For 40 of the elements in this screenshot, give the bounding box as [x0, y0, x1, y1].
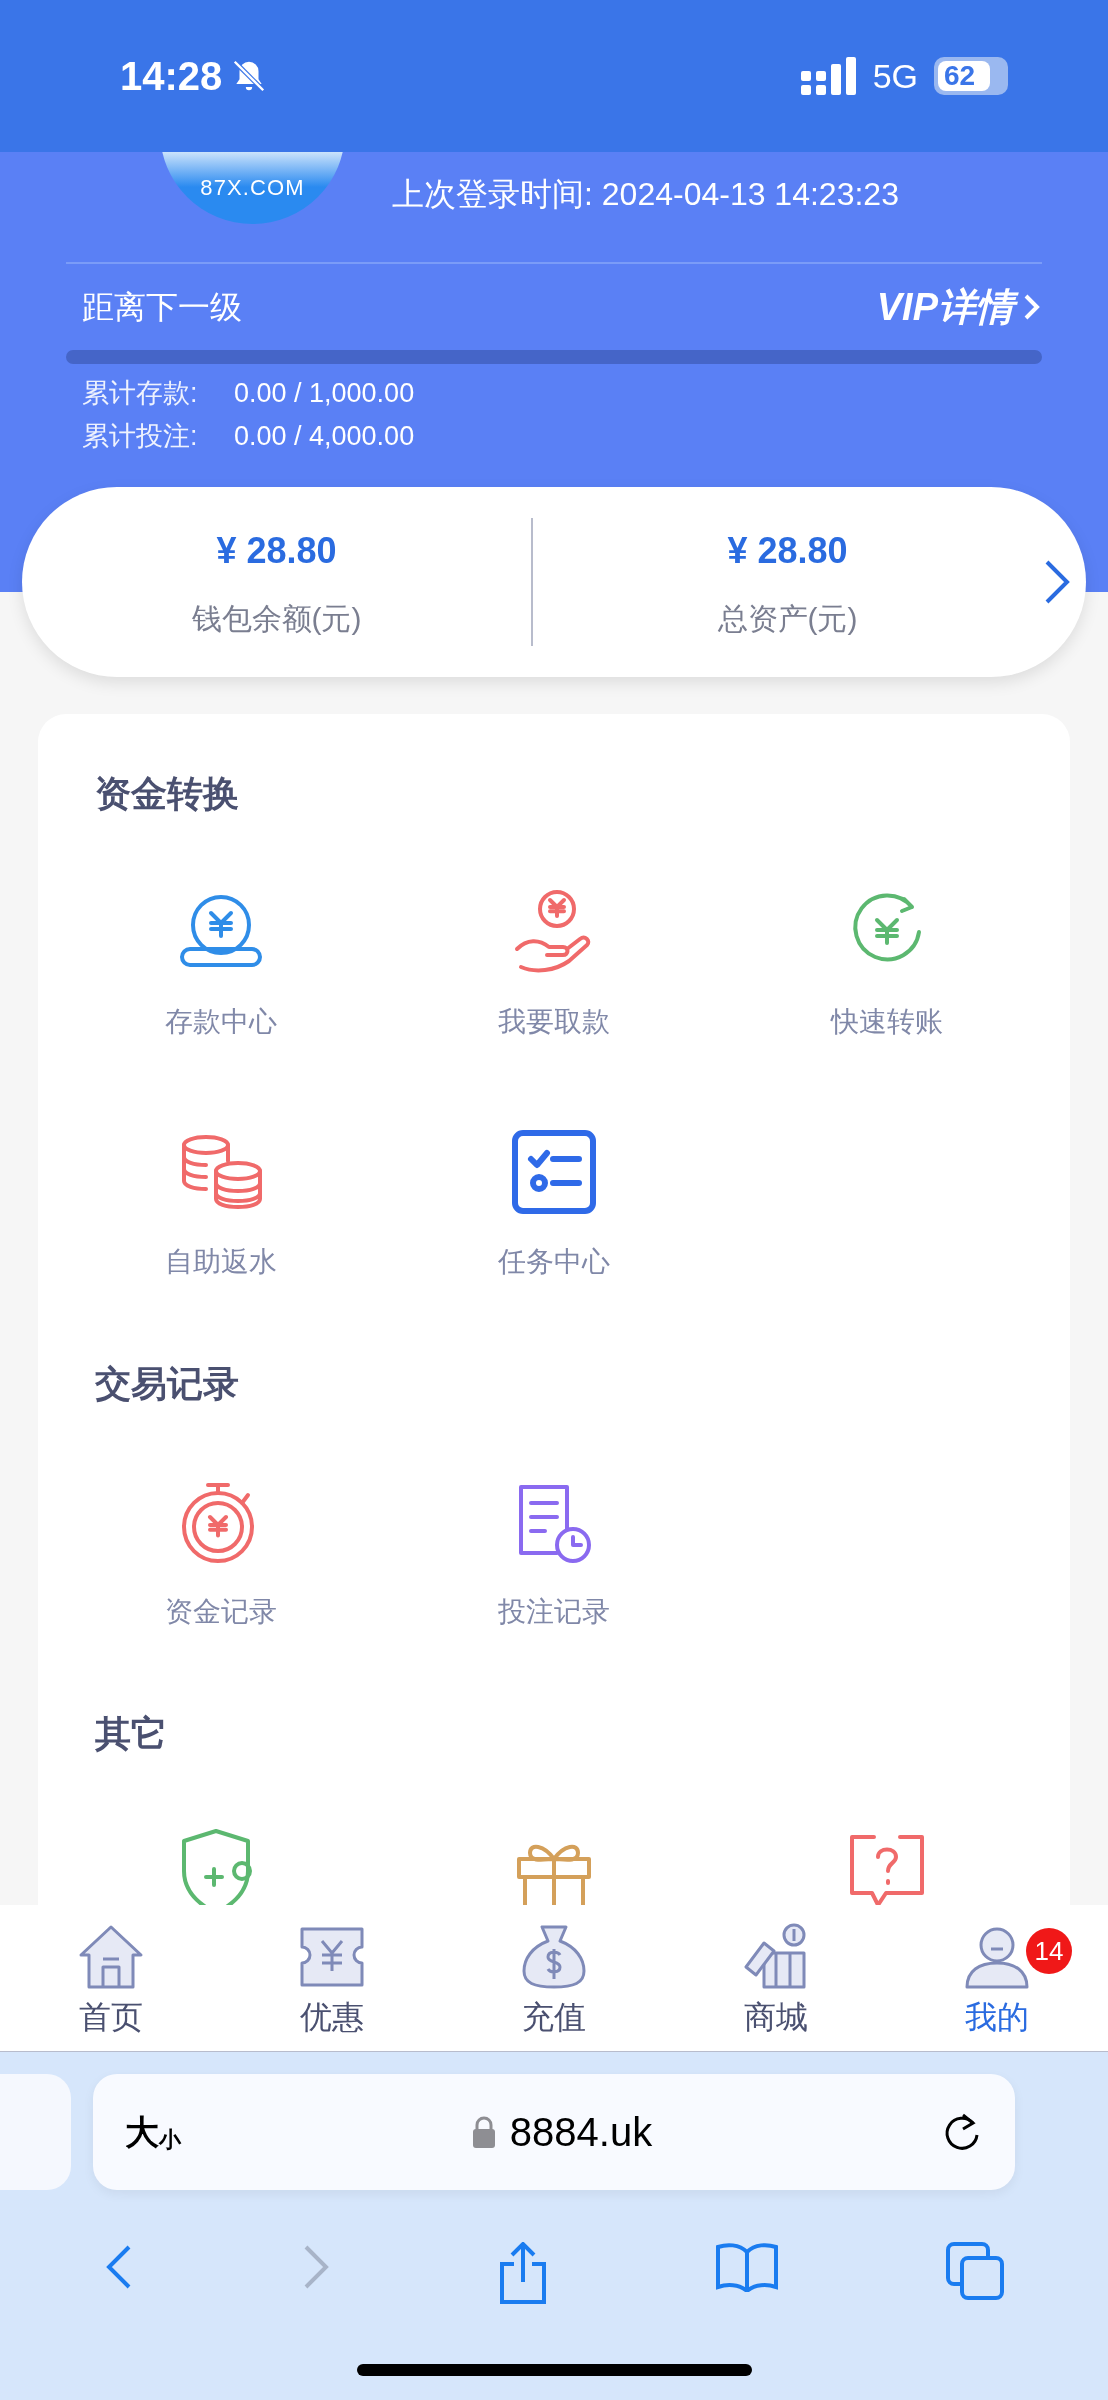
stat-value: 0.00 / 1,000.00: [234, 377, 415, 411]
tab-bar-item[interactable]: 首页: [0, 1905, 222, 2051]
stat-label: 累计投注:: [82, 420, 199, 454]
menu-item[interactable]: 资金记录: [54, 1452, 388, 1692]
balance-label: 总资产(元): [717, 600, 858, 637]
battery-indicator: 62: [934, 57, 1008, 95]
section-title: 资金转换: [95, 772, 240, 816]
previous-tab-field[interactable]: [0, 2074, 71, 2190]
last-login-text: 上次登录时间: 2024-04-13 14:23:23: [392, 175, 899, 214]
clock-time: 14:28: [120, 53, 223, 100]
next-level-label: 距离下一级: [82, 288, 242, 327]
stat-value: 0.00 / 4,000.00: [234, 420, 415, 454]
url-text: 8884.uk: [509, 2109, 653, 2156]
notification-count: 14: [1026, 1928, 1072, 1974]
menu-item[interactable]: 投注记录: [387, 1452, 721, 1692]
tab-bar-item[interactable]: 充值: [443, 1905, 665, 2051]
network-label: 5G: [872, 55, 918, 97]
tab-bar-item[interactable]: 我的 14: [886, 1905, 1108, 2051]
chevron-right-icon: [1022, 292, 1042, 322]
lock-icon: [471, 2116, 496, 2148]
logo: 87X.COM: [160, 152, 345, 224]
share-icon[interactable]: [497, 2242, 548, 2304]
balance-amount: ¥ 28.80: [216, 528, 337, 573]
balance-label: 钱包余额(元): [191, 600, 362, 637]
menu-item[interactable]: 任务中心: [387, 1102, 721, 1342]
tabs-icon[interactable]: [946, 2242, 1005, 2300]
tab-bar-item[interactable]: 商城: [664, 1905, 887, 2051]
stat-label: 累计存款:: [82, 377, 199, 411]
signal-icon: [800, 57, 857, 95]
checklist-icon: [509, 1127, 599, 1217]
menu-item[interactable]: 我要取款: [387, 862, 721, 1102]
section-title: 交易记录: [95, 1362, 240, 1406]
vip-details-link[interactable]: VIP详情: [876, 278, 1042, 336]
menu-item[interactable]: 自助返水: [54, 1102, 388, 1342]
bookmarks-icon[interactable]: [715, 2242, 780, 2292]
menu-item[interactable]: 存款中心: [54, 862, 388, 1102]
balance-amount: ¥ 28.80: [727, 528, 848, 573]
section-title: 其它: [95, 1712, 168, 1756]
tab-bar-item[interactable]: 优惠: [221, 1905, 444, 2051]
menu-item[interactable]: 快速转账: [720, 862, 1054, 1102]
